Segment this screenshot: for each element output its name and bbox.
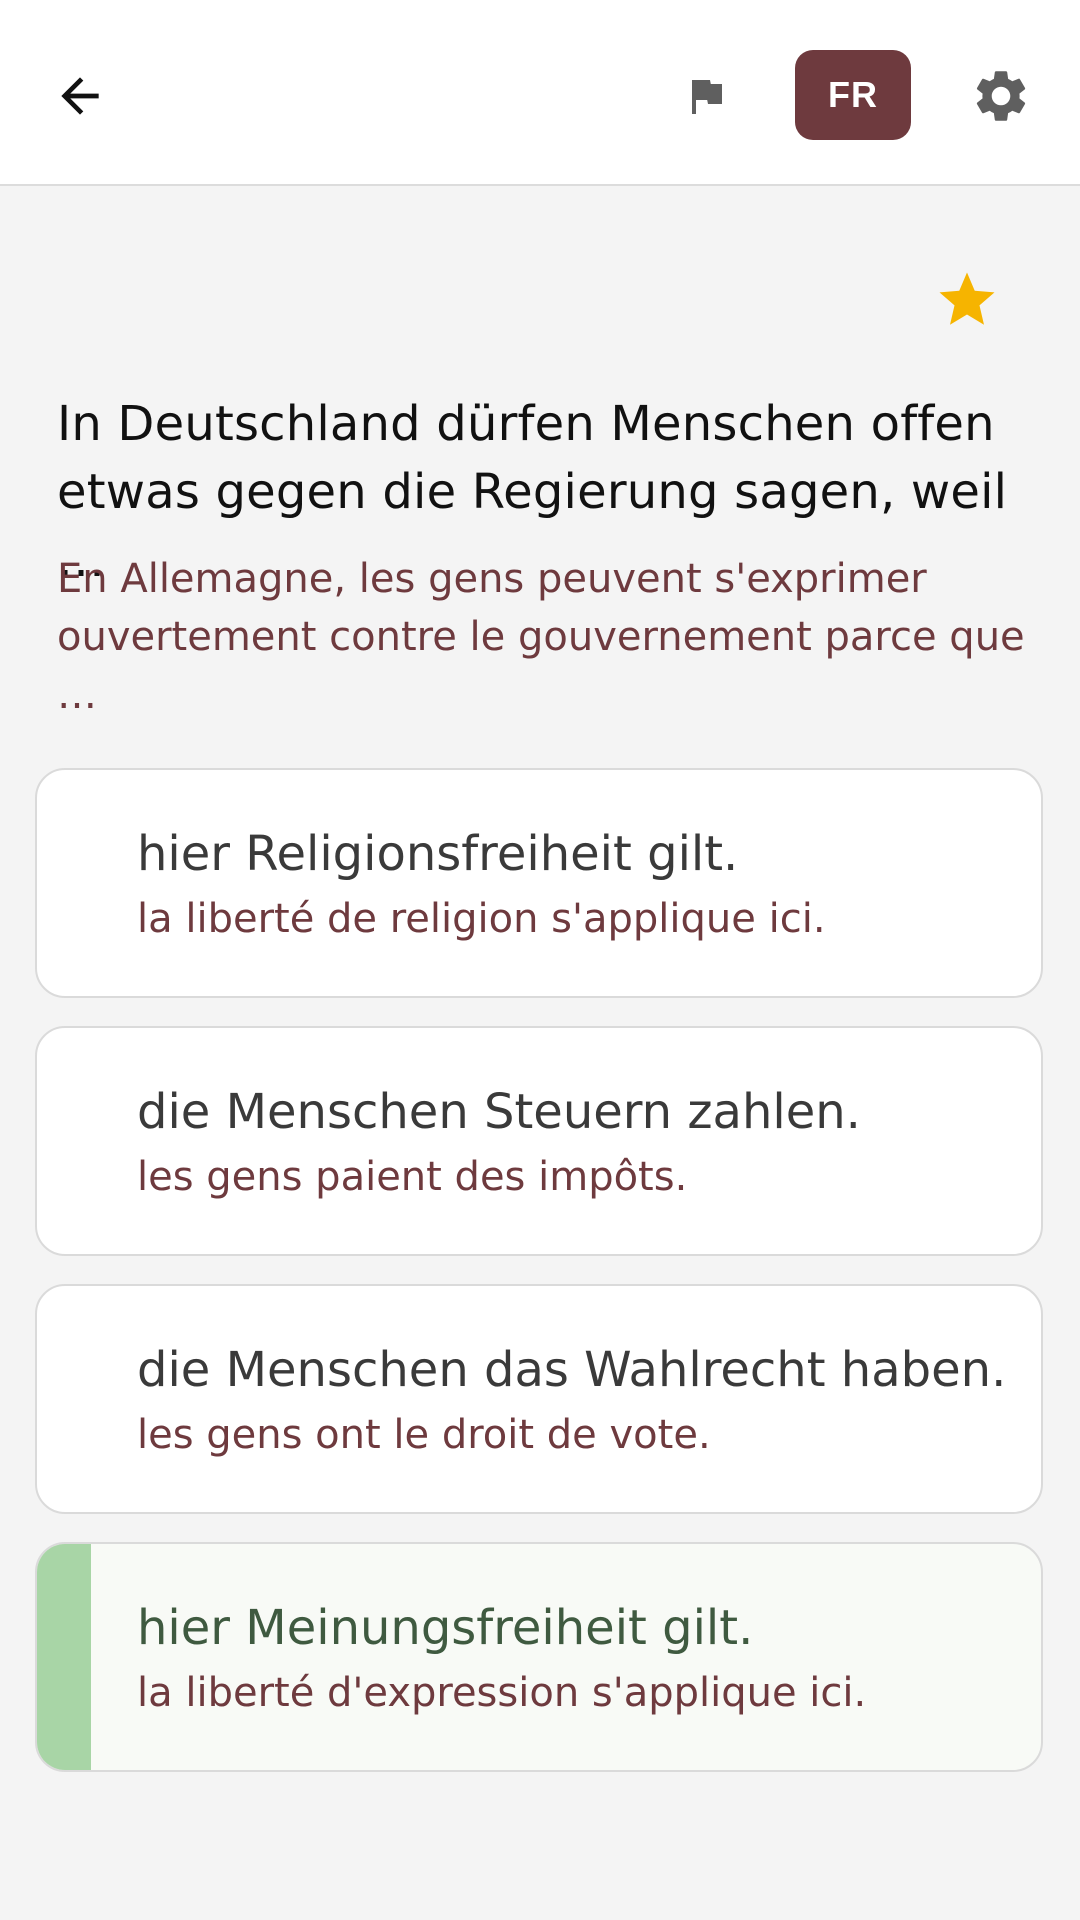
star-icon bbox=[939, 272, 995, 325]
language-button[interactable]: FR bbox=[795, 50, 911, 140]
answer-text: hier Religionsfreiheit gilt. bbox=[137, 826, 739, 882]
arrow-left-icon bbox=[61, 77, 99, 115]
answer-option-3[interactable]: die Menschen das Wahlrecht haben. les ge… bbox=[35, 1284, 1043, 1514]
answer-option-1[interactable]: hier Religionsfreiheit gilt. la liberté … bbox=[35, 768, 1043, 998]
answer-translation: les gens ont le droit de vote. bbox=[137, 1412, 711, 1458]
top-app-bar: FR bbox=[0, 0, 1080, 186]
favorite-button[interactable] bbox=[927, 260, 1007, 340]
gear-icon bbox=[976, 71, 1026, 121]
answer-translation: la liberté d'expression s'applique ici. bbox=[137, 1670, 867, 1716]
answer-text: hier Meinungsfreiheit gilt. bbox=[137, 1600, 754, 1656]
report-flag-button[interactable] bbox=[666, 56, 746, 136]
answer-text: die Menschen Steuern zahlen. bbox=[137, 1084, 861, 1140]
answer-option-2[interactable]: die Menschen Steuern zahlen. les gens pa… bbox=[35, 1026, 1043, 1256]
answer-translation: la liberté de religion s'applique ici. bbox=[137, 896, 826, 942]
answer-translation: les gens paient des impôts. bbox=[137, 1154, 688, 1200]
flag-icon bbox=[692, 80, 722, 114]
language-label: FR bbox=[828, 74, 878, 115]
back-button[interactable] bbox=[40, 56, 120, 136]
answer-text: die Menschen das Wahlrecht haben. bbox=[137, 1342, 1007, 1398]
answer-option-4-correct[interactable]: hier Meinungsfreiheit gilt. la liberté d… bbox=[35, 1542, 1043, 1772]
settings-button[interactable] bbox=[961, 56, 1041, 136]
correct-indicator-bar bbox=[37, 1544, 91, 1770]
question-translation: En Allemagne, les gens peuvent s'exprime… bbox=[57, 556, 1025, 718]
